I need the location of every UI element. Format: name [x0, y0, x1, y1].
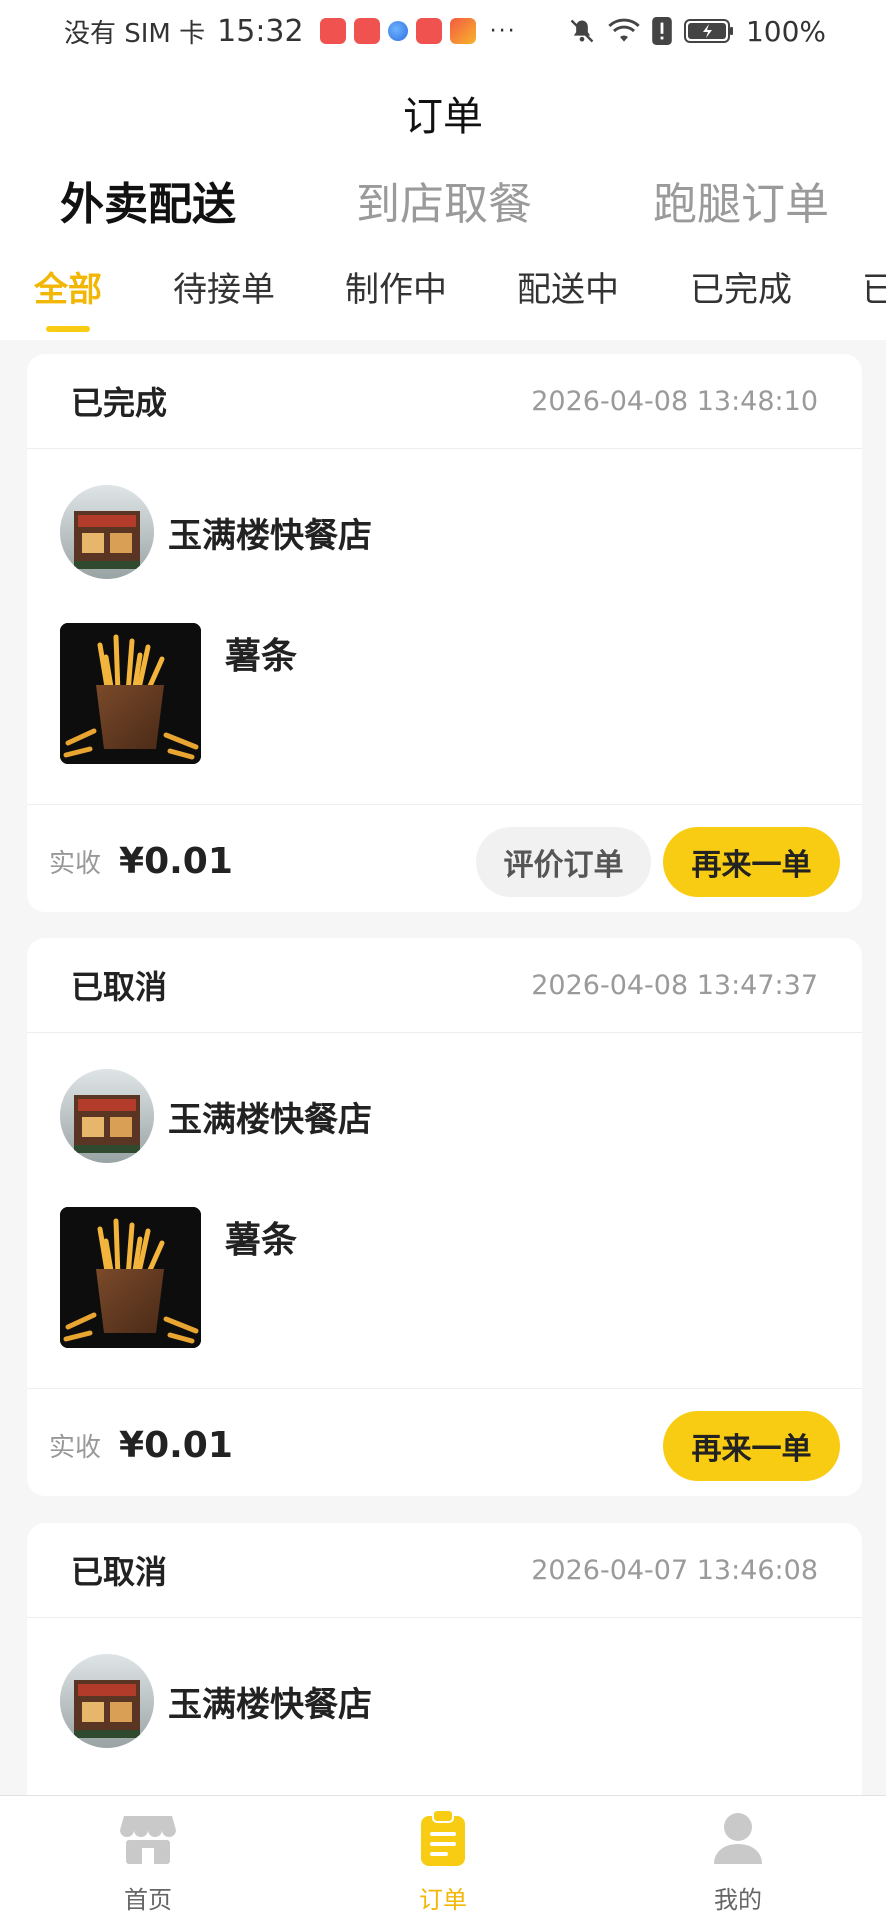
wifi-icon	[608, 18, 640, 42]
status-left: 没有 SIM 卡 15:32 ···	[64, 13, 517, 50]
alert-icon	[652, 17, 672, 45]
more-notifications-text: ···	[489, 18, 517, 44]
item-name: 薯条	[225, 636, 298, 677]
order-card-footer: 实收 ¥0.01 评价订单 再来一单	[27, 804, 862, 912]
fries-thumbnail	[60, 1207, 201, 1348]
review-order-button[interactable]: 评价订单	[476, 826, 651, 897]
status-tab-preparing[interactable]: 制作中	[345, 262, 447, 311]
notification-icons	[319, 18, 476, 44]
fries-thumbnail	[60, 623, 201, 764]
status-tab-completed[interactable]: 已完成	[690, 262, 792, 311]
order-status-tabs: 全部 待接单 制作中 配送中 已完成 已	[0, 262, 886, 334]
nav-label-home: 首页	[124, 1886, 172, 1914]
status-bar: 没有 SIM 卡 15:32 ··· 100%	[0, 0, 886, 62]
battery-text: 100%	[745, 14, 826, 48]
reorder-button[interactable]: 再来一单	[663, 1410, 840, 1481]
shop-avatar	[60, 485, 154, 579]
carrier-text: 没有 SIM 卡	[64, 18, 206, 49]
item-name: 薯条	[225, 1220, 298, 1261]
order-actions: 评价订单 再来一单	[476, 826, 840, 897]
shop-row[interactable]: 玉满楼快餐店	[27, 1033, 862, 1163]
page-title: 订单	[403, 94, 483, 140]
top-header-area: 没有 SIM 卡 15:32 ··· 100% 订单 外卖配送 到店取餐 跑腿订…	[0, 0, 886, 340]
clock-text: 15:32	[217, 13, 304, 49]
status-tab-all[interactable]: 全部	[34, 262, 102, 332]
clipboard-icon	[421, 1809, 465, 1866]
status-tab-all-label: 全部	[34, 270, 102, 310]
order-time: 2026-04-07 13:46:08	[531, 1554, 818, 1586]
status-tab-completed-label: 已完成	[690, 270, 792, 310]
tab-pickup[interactable]: 到店取餐	[356, 168, 532, 232]
order-status: 已取消	[71, 968, 168, 1006]
shop-row[interactable]: 玉满楼快餐店	[27, 449, 862, 579]
status-tab-delivering-label: 配送中	[517, 270, 619, 310]
pay-label: 实收	[49, 849, 102, 879]
shop-name: 玉满楼快餐店	[168, 1684, 372, 1725]
nav-label-orders: 订单	[419, 1886, 467, 1914]
user-icon	[714, 1813, 762, 1864]
nav-item-orders[interactable]: 订单	[363, 1809, 523, 1915]
status-tab-pending-label: 待接单	[173, 270, 275, 310]
order-status: 已取消	[71, 1553, 168, 1591]
order-status: 已完成	[71, 384, 168, 422]
order-card-footer: 实收 ¥0.01 再来一单	[27, 1388, 862, 1496]
shop-avatar	[60, 1069, 154, 1163]
order-time: 2026-04-08 13:48:10	[531, 385, 818, 417]
store-icon	[120, 1816, 176, 1864]
reorder-button[interactable]: 再来一单	[663, 826, 840, 897]
order-card-header: 已完成 2026-04-08 13:48:10	[27, 354, 862, 449]
status-tab-indicator	[46, 326, 90, 332]
status-tab-pending[interactable]: 待接单	[173, 262, 275, 311]
order-card-header: 已取消 2026-04-08 13:47:37	[27, 938, 862, 1033]
order-item: 薯条	[27, 579, 862, 804]
status-tab-delivering[interactable]: 配送中	[517, 262, 619, 311]
shopping-app-icon	[319, 18, 346, 44]
shop-name: 玉满楼快餐店	[168, 1099, 372, 1140]
order-card[interactable]: 已取消 2026-04-08 13:47:37 玉满楼快餐店 薯条 实收 ¥0.…	[27, 938, 862, 1496]
tab-errand-label: 跑腿订单	[653, 179, 829, 230]
order-type-tabs: 外卖配送 到店取餐 跑腿订单	[0, 168, 886, 238]
silent-bell-icon	[570, 19, 594, 43]
order-card[interactable]: 已完成 2026-04-08 13:48:10 玉满楼快餐店 薯条 实收 ¥0.…	[27, 354, 862, 912]
bottom-navigation: 首页 订单 我的	[0, 1795, 886, 1920]
shop-row[interactable]: 玉满楼快餐店	[27, 1618, 862, 1748]
status-tab-cancelled-label: 已	[862, 270, 886, 310]
shopping-app-icon	[353, 18, 380, 44]
status-right: 100%	[568, 15, 826, 48]
order-time: 2026-04-08 13:47:37	[531, 969, 818, 1001]
shopping-app-icon	[415, 18, 442, 44]
shop-avatar	[60, 1654, 154, 1748]
battery-charging-icon	[683, 19, 733, 43]
pay-amount: ¥0.01	[119, 1425, 233, 1466]
browser-icon	[387, 21, 408, 41]
tab-pickup-label: 到店取餐	[356, 179, 532, 230]
nav-label-profile: 我的	[714, 1886, 762, 1914]
order-card-header: 已取消 2026-04-07 13:46:08	[27, 1523, 862, 1618]
shop-name: 玉满楼快餐店	[168, 515, 372, 556]
nav-item-profile[interactable]: 我的	[658, 1810, 818, 1915]
video-app-icon	[449, 18, 476, 44]
pay-amount: ¥0.01	[119, 841, 233, 882]
order-actions: 再来一单	[663, 1410, 840, 1481]
order-item: 薯条	[27, 1163, 862, 1388]
tab-errand[interactable]: 跑腿订单	[653, 168, 829, 232]
status-tab-cancelled[interactable]: 已	[862, 262, 886, 311]
pay-label: 实收	[49, 1433, 102, 1463]
nav-item-home[interactable]: 首页	[68, 1810, 228, 1915]
status-tab-preparing-label: 制作中	[345, 270, 447, 310]
tab-delivery-label: 外卖配送	[60, 179, 236, 230]
order-card[interactable]: 已取消 2026-04-07 13:46:08 玉满楼快餐店	[27, 1523, 862, 1823]
tab-delivery[interactable]: 外卖配送	[60, 168, 236, 236]
